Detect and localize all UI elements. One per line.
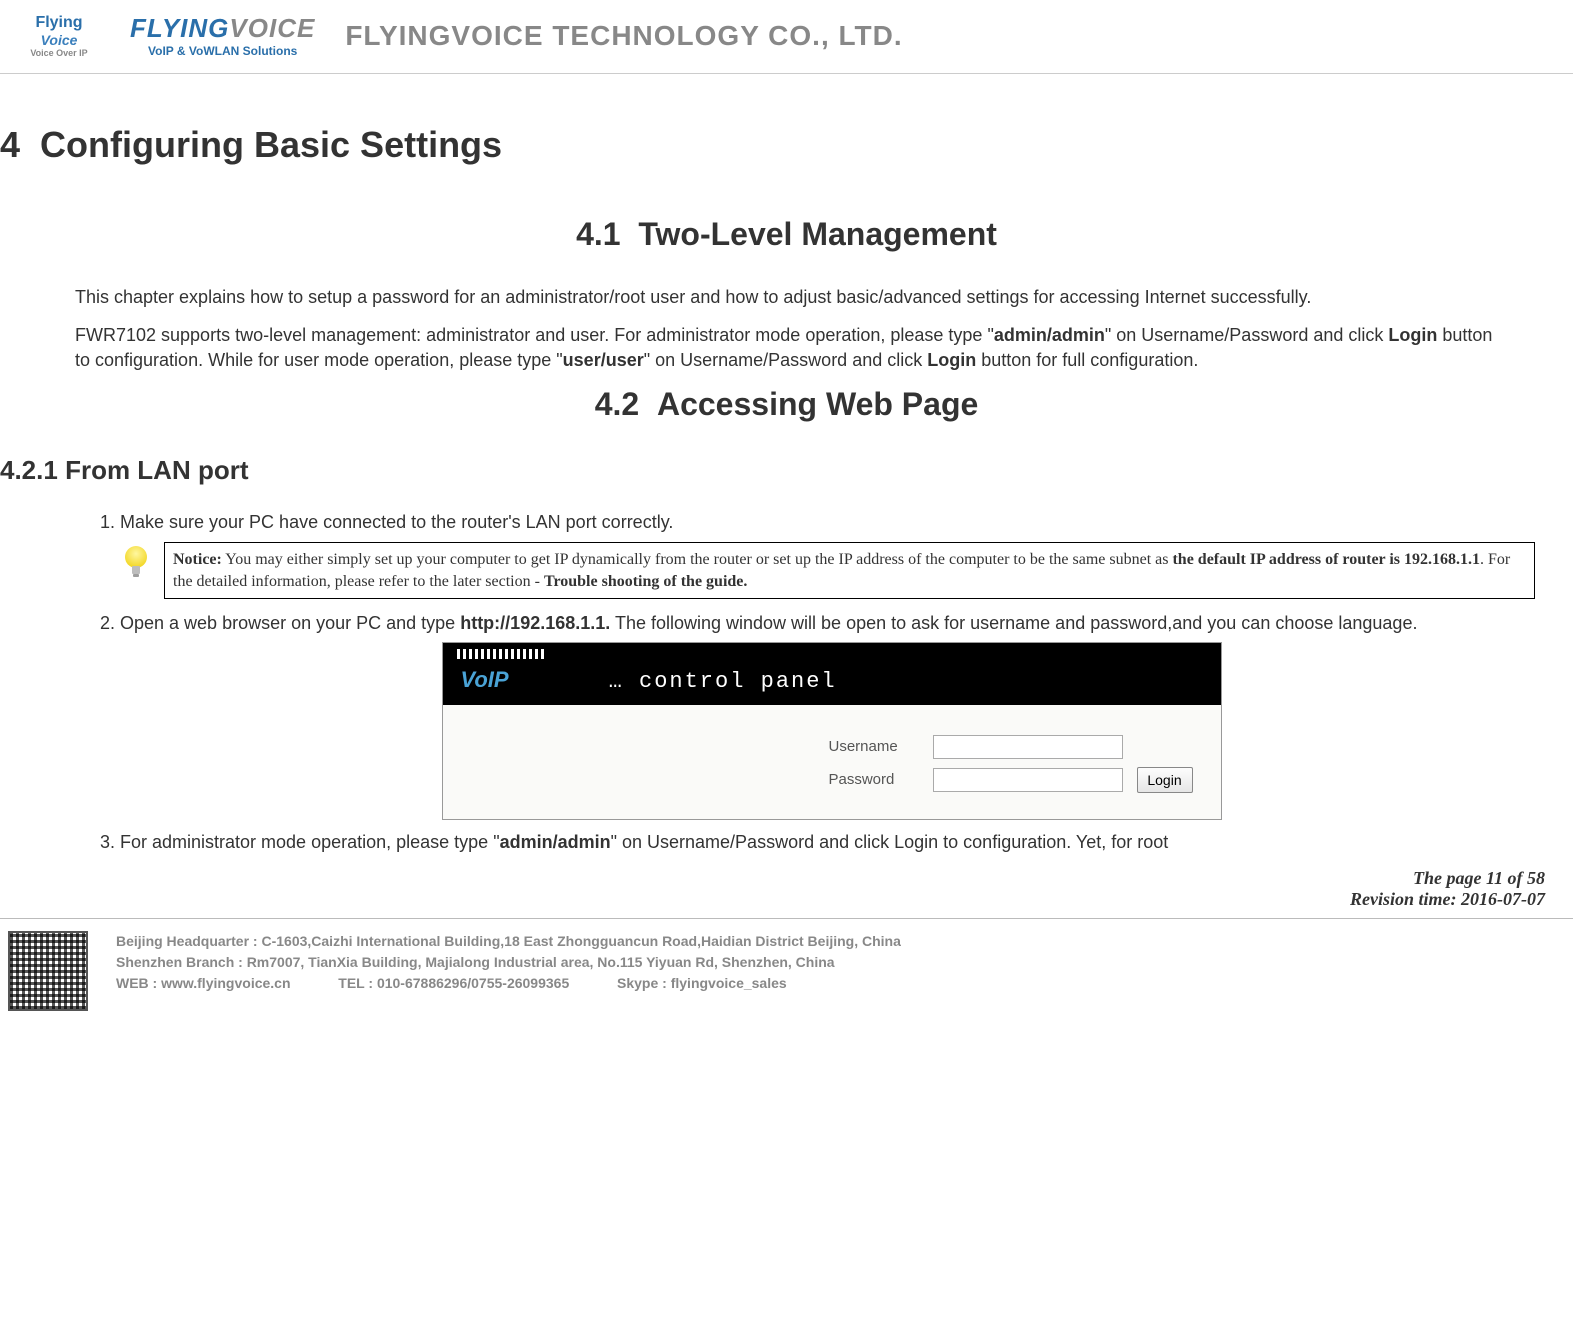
page-meta: The page 11 of 58 Revision time: 2016-07… (0, 864, 1573, 918)
logo-sub: VoIP & VoWLAN Solutions (148, 44, 297, 58)
logo-line2: Voice (41, 32, 78, 48)
notice-label: Notice: (173, 551, 222, 568)
lightbulb-icon (120, 542, 152, 582)
password-input[interactable] (933, 768, 1123, 792)
voip-logo-text: VoIP (461, 665, 509, 695)
section-4-1-num: 4.1 (576, 216, 620, 252)
footer-divider (0, 918, 1573, 919)
footer-tel-val: 010-67886296/0755-26099365 (377, 975, 569, 991)
admin-cred: admin/admin (994, 325, 1105, 345)
footer-web-label: WEB : (116, 975, 161, 991)
router-url: http://192.168.1.1. (460, 613, 610, 633)
footer-bj-addr: : C-1603,Caizhi International Building,1… (253, 933, 901, 949)
flyingvoice-mid-logo: FLYINGVOICE VoIP & VoWLAN Solutions (130, 13, 315, 58)
login-control-panel: VoIP … control panel Username Password L (442, 642, 1222, 820)
footer-sz-label: Shenzhen Branch : (116, 954, 247, 970)
chapter-title: Configuring Basic Settings (40, 124, 502, 165)
steps-list: Make sure your PC have connected to the … (120, 510, 1543, 854)
section-4-2-title: Accessing Web Page (657, 386, 978, 422)
login-panel-body: Username Password Login (443, 705, 1221, 819)
s41-para2: FWR7102 supports two-level management: a… (75, 323, 1498, 372)
footer-skype-label: Skype : (617, 975, 671, 991)
logo-main-a: FLYING (130, 13, 229, 43)
subsection-4-2-1-title: From LAN port (65, 455, 248, 485)
page-number: The page 11 of 58 (0, 868, 1545, 889)
step-2: Open a web browser on your PC and type h… (120, 611, 1543, 819)
logo-line1: Flying (35, 14, 82, 32)
chapter-number: 4 (0, 124, 20, 165)
username-input[interactable] (933, 735, 1123, 759)
flyingvoice-small-logo: Flying Voice Voice Over IP (0, 8, 118, 63)
s41-para1: This chapter explains how to setup a pas… (75, 285, 1498, 309)
admin-cred-2: admin/admin (500, 832, 611, 852)
section-4-1-heading: 4.1 Two-Level Management (0, 216, 1573, 253)
subsection-4-2-1-heading: 4.2.1 From LAN port (0, 455, 1573, 486)
control-panel-text: … control panel (609, 667, 837, 697)
footer-sz-addr: Rm7007, TianXia Building, Majialong Indu… (247, 954, 835, 970)
revision-time: Revision time: 2016-07-07 (0, 889, 1545, 910)
login-button[interactable]: Login (1137, 767, 1193, 793)
footer-text: Beijing Headquarter : C-1603,Caizhi Inte… (116, 931, 1545, 994)
footer-tel-label: TEL : (338, 975, 377, 991)
qr-code-icon (8, 931, 88, 1011)
notice-row: Notice: You may either simply set up you… (120, 542, 1535, 599)
footer-bj-label: Beijing Headquarter (116, 933, 253, 949)
step-3: For administrator mode operation, please… (120, 830, 1543, 854)
notice-box: Notice: You may either simply set up you… (164, 542, 1535, 599)
login-word1: Login (1388, 325, 1437, 345)
login-word2: Login (927, 350, 976, 370)
subsection-4-2-1-num: 4.2.1 (0, 455, 58, 485)
page-header: Flying Voice Voice Over IP FLYINGVOICE V… (0, 0, 1573, 74)
section-4-1-title: Two-Level Management (638, 216, 997, 252)
footer-web-val: www.flyingvoice.cn (161, 975, 290, 991)
password-label: Password (829, 770, 919, 790)
section-4-2-heading: 4.2 Accessing Web Page (0, 386, 1573, 423)
header-tick-marks (457, 649, 544, 659)
login-panel-header: VoIP … control panel (443, 643, 1221, 705)
user-cred: user/user (563, 350, 644, 370)
logo-main-b: VOICE (229, 13, 315, 43)
footer-skype-val: flyingvoice_sales (671, 975, 787, 991)
step-1: Make sure your PC have connected to the … (120, 510, 1543, 599)
logo-line3: Voice Over IP (30, 48, 87, 58)
page-footer: Beijing Headquarter : C-1603,Caizhi Inte… (0, 925, 1573, 1029)
username-label: Username (829, 737, 919, 757)
notice-default-ip: the default IP address of router is 192.… (1172, 551, 1480, 568)
chapter-heading: 4 Configuring Basic Settings (0, 124, 1573, 166)
company-name: FLYINGVOICE TECHNOLOGY CO., LTD. (315, 20, 1573, 52)
notice-troubleshoot: Trouble shooting of the guide. (544, 573, 747, 590)
section-4-2-num: 4.2 (595, 386, 639, 422)
